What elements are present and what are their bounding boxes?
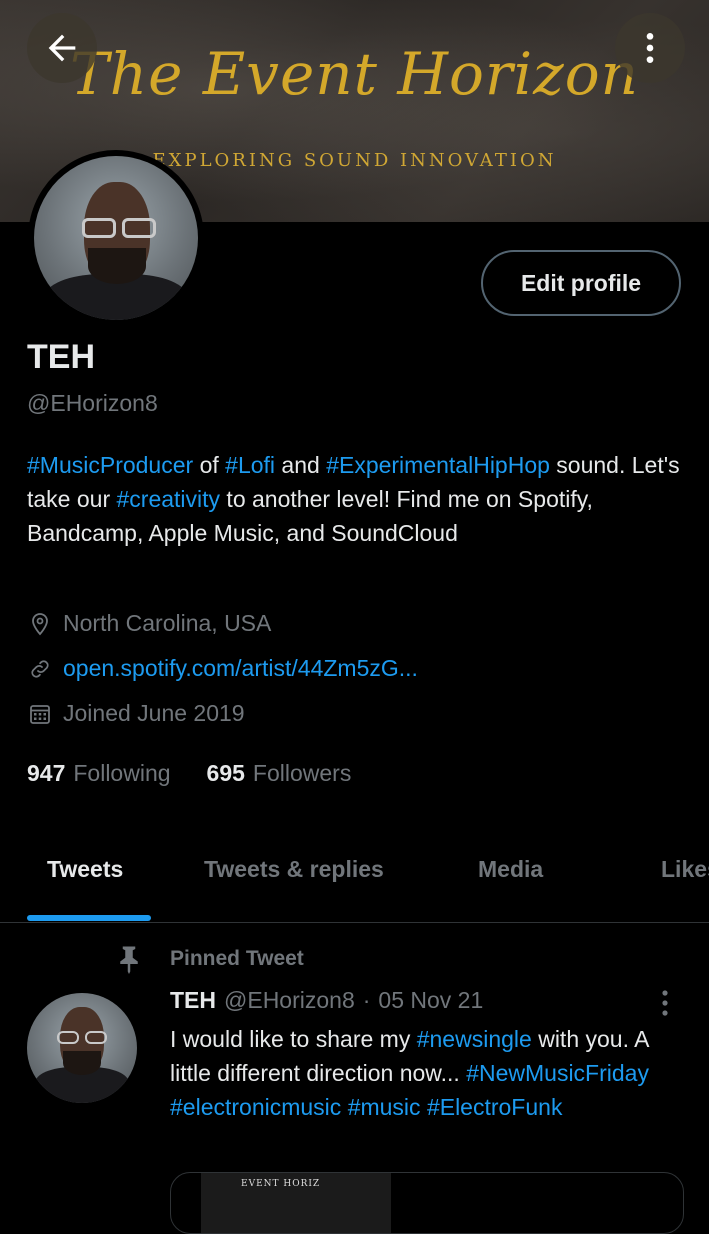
hashtag-link[interactable]: #electronicmusic bbox=[170, 1094, 341, 1120]
active-tab-indicator bbox=[27, 915, 151, 921]
profile-name: TEH bbox=[27, 338, 95, 376]
avatar-photo bbox=[27, 993, 137, 1103]
website-link[interactable]: open.spotify.com/artist/44Zm5zG... bbox=[63, 655, 418, 682]
tweet-text-segment: I would like to share my bbox=[170, 1026, 417, 1052]
hashtag-link[interactable]: #music bbox=[348, 1094, 421, 1120]
link-icon bbox=[27, 656, 53, 682]
profile-location: North Carolina, USA bbox=[27, 610, 271, 637]
tweet-author-handle[interactable]: @EHorizon8 bbox=[224, 987, 355, 1014]
following-stat[interactable]: 947 Following bbox=[27, 760, 171, 787]
hashtag-link[interactable]: #creativity bbox=[117, 486, 221, 512]
banner-title: The Event Horizon bbox=[70, 40, 639, 108]
tweet-media-card[interactable]: EVENT HORIZ bbox=[170, 1172, 684, 1234]
media-thumbnail-text: EVENT HORIZ bbox=[241, 1179, 321, 1189]
bio-text: of bbox=[193, 452, 226, 478]
pin-icon bbox=[114, 944, 144, 974]
back-button[interactable] bbox=[27, 13, 97, 83]
tab-tweets[interactable]: Tweets bbox=[47, 856, 123, 883]
tweet-author-avatar[interactable] bbox=[27, 993, 137, 1103]
following-count: 947 bbox=[27, 760, 66, 786]
profile-website[interactable]: open.spotify.com/artist/44Zm5zG... bbox=[27, 655, 418, 682]
followers-stat[interactable]: 695 Followers bbox=[207, 760, 352, 787]
pinned-tweet-label: Pinned Tweet bbox=[114, 944, 304, 974]
tab-likes[interactable]: Likes bbox=[661, 856, 709, 883]
followers-label: Followers bbox=[252, 760, 352, 786]
more-options-button[interactable] bbox=[615, 13, 685, 83]
tweet-date[interactable]: 05 Nov 21 bbox=[378, 987, 483, 1014]
tab-media[interactable]: Media bbox=[478, 856, 543, 883]
profile-stats: 947 Following 695 Followers bbox=[27, 760, 351, 787]
hashtag-link[interactable]: #ExperimentalHipHop bbox=[326, 452, 550, 478]
bio-text: and bbox=[275, 452, 327, 478]
profile-joined: Joined June 2019 bbox=[27, 700, 245, 727]
calendar-icon bbox=[27, 701, 53, 727]
hashtag-link[interactable]: #newsingle bbox=[417, 1026, 532, 1052]
avatar-photo bbox=[34, 156, 198, 320]
following-label: Following bbox=[73, 760, 171, 786]
followers-count: 695 bbox=[206, 760, 245, 786]
hashtag-link[interactable]: #Lofi bbox=[225, 452, 275, 478]
location-pin-icon bbox=[27, 611, 53, 637]
profile-tabs: Tweets Tweets & replies Media Likes bbox=[0, 840, 709, 923]
profile-bio: #MusicProducer of #Lofi and #Experimenta… bbox=[27, 448, 687, 550]
location-text: North Carolina, USA bbox=[63, 610, 272, 636]
separator: · bbox=[362, 987, 371, 1013]
media-thumbnail: EVENT HORIZ bbox=[201, 1173, 391, 1233]
tweet-author-name[interactable]: TEH bbox=[170, 987, 216, 1014]
tab-tweets-replies[interactable]: Tweets & replies bbox=[204, 856, 384, 883]
profile-avatar[interactable] bbox=[28, 150, 204, 326]
tweet-header: TEH @EHorizon8 · 05 Nov 21 bbox=[170, 987, 483, 1014]
tweet-text: I would like to share my #newsingle with… bbox=[170, 1022, 690, 1124]
profile-handle: @EHorizon8 bbox=[27, 390, 158, 416]
more-vertical-icon bbox=[662, 990, 668, 1016]
joined-text: Joined June 2019 bbox=[63, 700, 245, 726]
hashtag-link[interactable]: #ElectroFunk bbox=[427, 1094, 563, 1120]
arrow-left-icon bbox=[48, 34, 76, 62]
hashtag-link[interactable]: #MusicProducer bbox=[27, 452, 193, 478]
tweet-more-button[interactable] bbox=[655, 987, 675, 1019]
pinned-text: Pinned Tweet bbox=[170, 947, 304, 970]
more-vertical-icon bbox=[646, 33, 654, 63]
hashtag-link[interactable]: #NewMusicFriday bbox=[466, 1060, 649, 1086]
edit-profile-button[interactable]: Edit profile bbox=[481, 250, 681, 316]
